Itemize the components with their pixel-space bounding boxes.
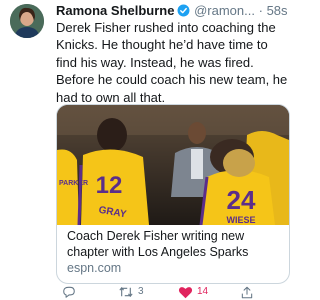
link-card[interactable]: 12 GRAY 24 WIESE PARKER Coach Derek Fish… <box>56 104 290 284</box>
avatar-photo <box>10 4 44 38</box>
tweet-actions: 3 14 <box>0 284 300 300</box>
tweet-header: Ramona Shelburne @ramon... · 58s <box>56 2 296 20</box>
avatar[interactable] <box>10 4 44 38</box>
jersey-right-number: 24 <box>227 185 256 215</box>
author-handle[interactable]: @ramon... <box>194 3 255 18</box>
card-domain: espn.com <box>67 261 122 275</box>
header-separator: · <box>258 3 263 18</box>
share-button[interactable] <box>240 284 254 300</box>
share-icon <box>241 286 253 298</box>
retweet-count: 3 <box>138 286 144 297</box>
retweet-button[interactable]: 3 <box>118 284 144 300</box>
reply-icon <box>63 286 75 298</box>
jersey-edge-name: PARKER <box>59 180 88 187</box>
heart-icon <box>178 287 193 299</box>
like-count: 14 <box>197 286 209 297</box>
tweet: Ramona Shelburne @ramon... · 58s Derek F… <box>0 0 300 300</box>
author-name[interactable]: Ramona Shelburne <box>56 3 174 18</box>
jersey-right-name: WIESE <box>226 215 255 225</box>
retweet-icon <box>119 287 133 297</box>
tweet-text: Derek Fisher rushed into coaching the Kn… <box>56 20 288 105</box>
card-title: Coach Derek Fisher writing new chapter w… <box>67 229 249 259</box>
reply-button[interactable] <box>62 284 76 300</box>
card-image: 12 GRAY 24 WIESE PARKER <box>57 105 289 226</box>
like-button[interactable]: 14 <box>178 284 208 300</box>
timestamp[interactable]: 58s <box>267 3 288 18</box>
jersey-left-number: 12 <box>96 172 123 199</box>
